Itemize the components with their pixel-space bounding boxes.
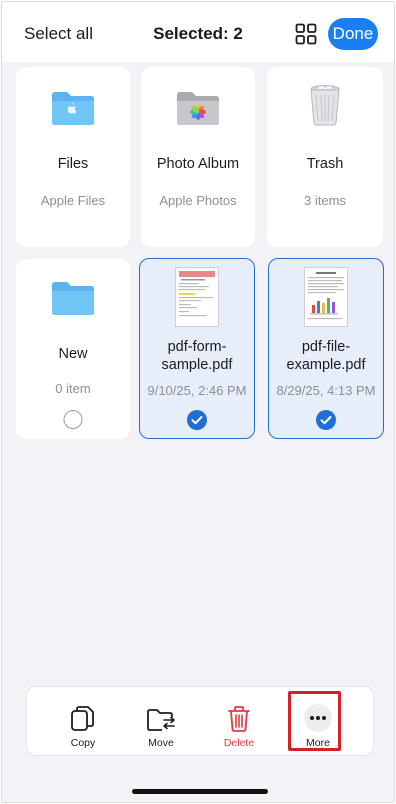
grid-view-icon[interactable] <box>295 23 317 45</box>
item-subtitle: 3 items <box>304 193 346 208</box>
app-frame: Select all Selected: 2 Done Files Apple … <box>1 1 395 803</box>
item-name: Photo Album <box>156 156 240 172</box>
file-card-photo-album[interactable]: Photo Album Apple Photos <box>141 67 255 247</box>
move-label: Move <box>148 737 174 749</box>
item-subtitle: 9/10/25, 2:46 PM <box>147 383 247 398</box>
item-subtitle: Apple Photos <box>159 193 237 208</box>
item-name: Trash <box>306 156 344 172</box>
item-name: New <box>58 346 88 362</box>
more-button-highlight <box>288 691 341 751</box>
trash-icon <box>228 706 250 732</box>
delete-button[interactable]: Delete <box>209 705 269 755</box>
file-card-trash[interactable]: Trash 3 items <box>267 67 383 247</box>
file-card-new[interactable]: New 0 item <box>16 259 130 439</box>
item-name-line-2: example.pdf <box>286 357 366 373</box>
folder-apple-icon <box>50 89 96 132</box>
item-subtitle: Apple Files <box>40 193 106 208</box>
pdf-thumbnail-icon <box>175 267 219 332</box>
trash-can-icon <box>308 83 342 132</box>
checkmark-icon[interactable] <box>316 410 336 430</box>
pdf-thumbnail-icon <box>304 267 348 332</box>
selection-radio[interactable] <box>63 410 83 429</box>
file-card-pdf-file-example[interactable]: pdf-file- example.pdf 8/29/25, 4:13 PM <box>268 258 384 439</box>
file-grid: Files Apple Files Photo Album Apple Phot… <box>2 62 394 682</box>
copy-button[interactable]: Copy <box>53 705 113 755</box>
item-name-line-1: pdf-file- <box>301 339 351 355</box>
file-card-pdf-form-sample[interactable]: pdf-form- sample.pdf 9/10/25, 2:46 PM <box>139 258 255 439</box>
copy-icon <box>71 706 94 731</box>
checkmark-icon[interactable] <box>187 410 207 430</box>
folder-icon <box>50 279 96 322</box>
delete-label: Delete <box>223 737 255 749</box>
item-name: Files <box>57 156 89 172</box>
file-card-files[interactable]: Files Apple Files <box>16 67 130 247</box>
item-name-line-1: pdf-form- <box>167 339 227 355</box>
photos-folder-icon <box>175 89 221 132</box>
item-subtitle: 0 item <box>55 381 91 396</box>
header-bar: Select all Selected: 2 Done <box>2 2 394 62</box>
move-folder-icon <box>147 709 175 731</box>
copy-label: Copy <box>70 737 96 749</box>
move-button[interactable]: Move <box>131 705 191 755</box>
item-name-line-2: sample.pdf <box>161 357 233 373</box>
done-button[interactable]: Done <box>328 18 378 50</box>
home-indicator <box>132 789 268 794</box>
item-subtitle: 8/29/25, 4:13 PM <box>276 383 376 398</box>
